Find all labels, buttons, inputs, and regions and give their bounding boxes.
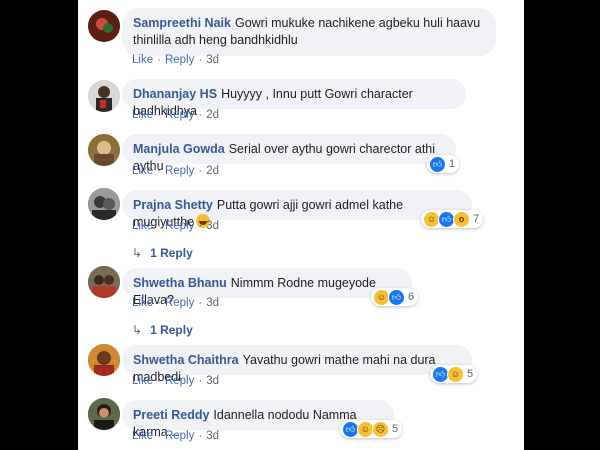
avatar[interactable] xyxy=(88,188,120,220)
view-replies-link[interactable]: ↳ 1 Reply xyxy=(132,246,193,260)
reaction-summary[interactable]: ☺ 👍︎ o 7 xyxy=(421,210,484,228)
reply-link[interactable]: Reply xyxy=(165,165,194,177)
reply-link[interactable]: Reply xyxy=(165,54,194,66)
timestamp[interactable]: 3d xyxy=(206,297,219,309)
commenter-name[interactable]: Shwetha Bhanu xyxy=(133,276,227,290)
comments-panel: Sampreethi Naik Gowri mukuke nachikene ag… xyxy=(78,0,524,450)
timestamp[interactable]: 3d xyxy=(206,375,219,387)
comment-actions: Like · Reply · 3d xyxy=(132,220,219,232)
reply-arrow-icon: ↳ xyxy=(132,323,143,337)
like-icon: 👍︎ xyxy=(429,155,446,173)
comment-bubble: Sampreethi Naik Gowri mukuke nachikene ag… xyxy=(122,8,496,56)
commenter-name[interactable]: Shwetha Chaithra xyxy=(133,353,239,367)
reaction-count: 5 xyxy=(467,368,474,380)
timestamp[interactable]: 2d xyxy=(206,165,219,177)
reply-link[interactable]: Reply xyxy=(165,375,194,387)
comment-actions: Like · Reply · 3d xyxy=(132,430,219,442)
reaction-count: 1 xyxy=(449,158,456,170)
commenter-name[interactable]: Preeti Reddy xyxy=(133,408,209,422)
reaction-summary[interactable]: 👍︎ ☺ ☹ 5 xyxy=(340,420,403,438)
comment-bubble: Manjula Gowda Serial over aythu gowri cha… xyxy=(122,134,456,173)
avatar-image xyxy=(88,10,120,42)
reply-link[interactable]: Reply xyxy=(165,109,194,121)
sad-icon: ☹ xyxy=(372,420,389,438)
comment-actions: Like · Reply · 2d xyxy=(132,165,219,177)
view-replies-link[interactable]: ↳ 1 Reply xyxy=(132,323,193,337)
like-link[interactable]: Like xyxy=(132,430,153,442)
avatar-image xyxy=(88,134,120,166)
like-link[interactable]: Like xyxy=(132,220,153,232)
commenter-name[interactable]: Prajna Shetty xyxy=(133,198,213,212)
haha-icon: ☺ xyxy=(447,365,464,383)
avatar-image xyxy=(88,398,120,430)
avatar[interactable] xyxy=(88,344,120,376)
wow-icon: o xyxy=(453,210,470,228)
comment-actions: Like · Reply · 2d xyxy=(132,109,219,121)
replies-count: 1 Reply xyxy=(150,323,193,337)
timestamp[interactable]: 3d xyxy=(206,430,219,442)
avatar[interactable] xyxy=(88,134,120,166)
reaction-summary[interactable]: 👍︎ ☺ 5 xyxy=(430,365,478,383)
comment-actions: Like · Reply · 3d xyxy=(132,297,219,309)
comment-bubble: Shwetha Chaithra Yavathu gowri mathe mahi… xyxy=(122,345,472,384)
avatar-image xyxy=(88,266,120,298)
replies-count: 1 Reply xyxy=(150,246,193,260)
reaction-count: 7 xyxy=(473,213,480,225)
like-link[interactable]: Like xyxy=(132,165,153,177)
commenter-name[interactable]: Dhananjay HS xyxy=(133,87,217,101)
timestamp[interactable]: 2d xyxy=(206,109,219,121)
reply-link[interactable]: Reply xyxy=(165,430,194,442)
like-link[interactable]: Like xyxy=(132,375,153,387)
reply-link[interactable]: Reply xyxy=(165,220,194,232)
reaction-summary[interactable]: ☺ 👍︎ 6 xyxy=(371,288,419,306)
timestamp[interactable]: 3d xyxy=(206,220,219,232)
reaction-count: 6 xyxy=(408,291,415,303)
avatar[interactable] xyxy=(88,398,120,430)
like-icon: 👍︎ xyxy=(388,288,405,306)
comment-bubble: Shwetha Bhanu Nimmm Rodne mugeyode Ellava… xyxy=(122,268,412,307)
avatar-image xyxy=(88,80,120,112)
like-link[interactable]: Like xyxy=(132,297,153,309)
reply-arrow-icon: ↳ xyxy=(132,246,143,260)
commenter-name[interactable]: Sampreethi Naik xyxy=(133,16,231,30)
reaction-summary[interactable]: 👍︎ 1 xyxy=(427,155,460,173)
comment-actions: Like · Reply · 3d xyxy=(132,375,219,387)
like-link[interactable]: Like xyxy=(132,109,153,121)
reaction-count: 5 xyxy=(392,423,399,435)
comment-bubble: Prajna Shetty Putta gowri ajji gowri adme… xyxy=(122,190,472,229)
commenter-name[interactable]: Manjula Gowda xyxy=(133,142,225,156)
avatar-image xyxy=(88,188,120,220)
reply-link[interactable]: Reply xyxy=(165,297,194,309)
avatar[interactable] xyxy=(88,10,120,42)
like-link[interactable]: Like xyxy=(132,54,153,66)
avatar[interactable] xyxy=(88,266,120,298)
avatar[interactable] xyxy=(88,80,120,112)
timestamp[interactable]: 3d xyxy=(206,54,219,66)
avatar-image xyxy=(88,344,120,376)
comment-actions: Like · Reply · 3d xyxy=(132,54,219,66)
comment-bubble: Dhananjay HS Huyyyy , Innu putt Gowri cha… xyxy=(122,79,466,118)
